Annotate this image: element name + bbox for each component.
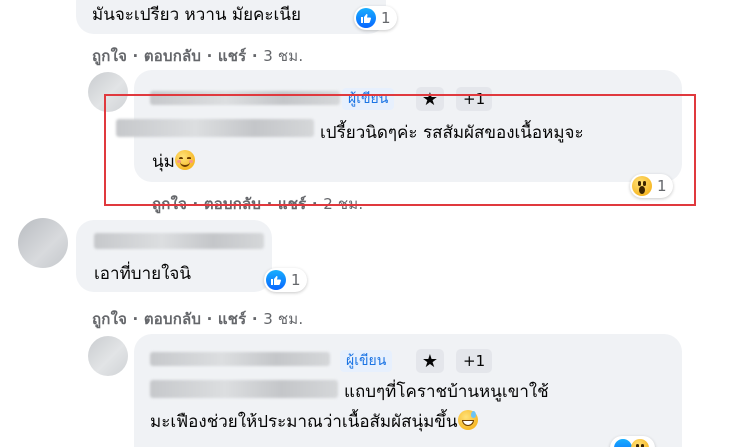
reply-action[interactable]: ตอบกลับ bbox=[144, 47, 201, 65]
comment-actions: ถูกใจ · ตอบกลับ · แชร์ · 3 ชม. bbox=[92, 310, 304, 328]
reaction-summary[interactable] bbox=[610, 436, 655, 447]
like-icon bbox=[614, 439, 632, 447]
comment-text: เอาที่บายใจนิ bbox=[94, 264, 191, 284]
like-icon bbox=[266, 270, 286, 290]
commenter-name-blurred[interactable] bbox=[94, 233, 264, 249]
like-action[interactable]: ถูกใจ bbox=[92, 310, 127, 328]
comment-text-line2: มะเฟืองช่วยให้ประมาณว่าเนื้อสัมผัสนุ่มขึ… bbox=[150, 410, 478, 432]
comment-timestamp[interactable]: 3 ชม. bbox=[263, 310, 303, 328]
wow-reaction-icon bbox=[631, 439, 649, 447]
comment-text-line1: แถบๆที่โคราชบ้านหนูเขาใช้ bbox=[344, 382, 549, 402]
author-name-blurred[interactable] bbox=[150, 352, 330, 366]
reply-action[interactable]: ตอบกลับ bbox=[144, 310, 201, 328]
like-count: 1 bbox=[291, 271, 301, 289]
share-action[interactable]: แชร์ bbox=[218, 47, 247, 65]
plus-badge: +1 bbox=[456, 349, 493, 373]
like-reaction-summary[interactable]: 1 bbox=[354, 6, 397, 30]
like-icon bbox=[356, 8, 376, 28]
comment-timestamp[interactable]: 3 ชม. bbox=[263, 47, 303, 65]
grinning-sweat-emoji-icon bbox=[457, 410, 478, 430]
like-count: 1 bbox=[381, 9, 391, 27]
comment-actions: ถูกใจ · ตอบกลับ · แชร์ · 3 ชม. bbox=[92, 47, 304, 65]
comment-text: มันจะเปรียว หวาน มัยคะเนีย bbox=[92, 5, 301, 25]
share-action[interactable]: แชร์ bbox=[218, 310, 247, 328]
highlight-annotation-box bbox=[104, 94, 696, 206]
author-badge: ผู้เขียน bbox=[340, 350, 393, 372]
star-icon: ★ bbox=[416, 349, 444, 373]
like-action[interactable]: ถูกใจ bbox=[92, 47, 127, 65]
author-avatar[interactable] bbox=[88, 336, 128, 376]
commenter-avatar[interactable] bbox=[18, 218, 68, 268]
like-reaction-summary[interactable]: 1 bbox=[264, 268, 307, 292]
mention-blurred[interactable] bbox=[150, 380, 338, 398]
